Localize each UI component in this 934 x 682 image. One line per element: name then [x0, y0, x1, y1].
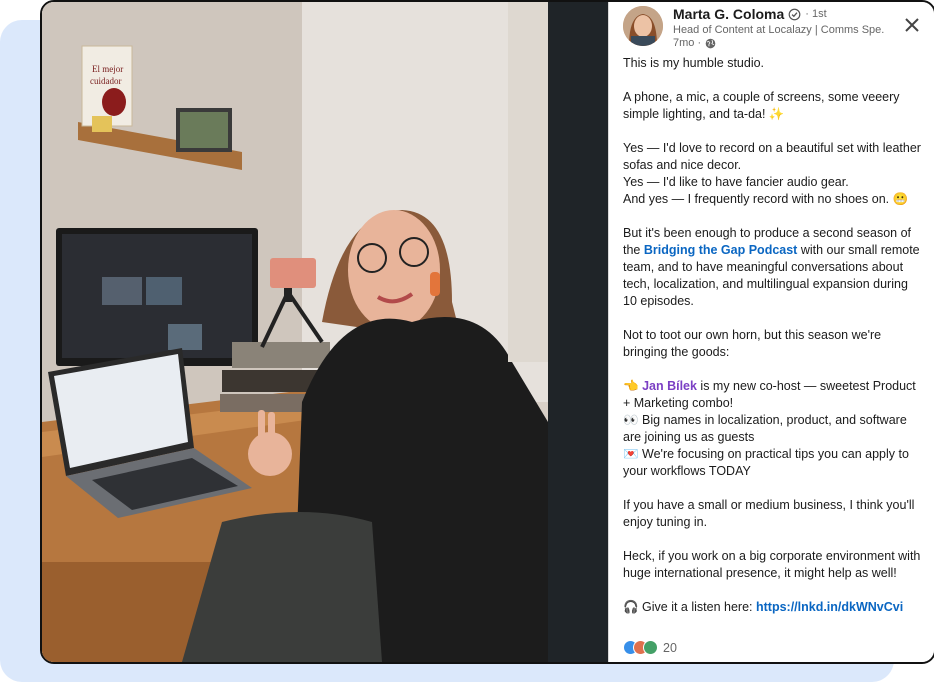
- reactions-bar[interactable]: 20: [623, 640, 677, 655]
- svg-text:El mejor: El mejor: [92, 64, 123, 74]
- svg-text:cuidador: cuidador: [90, 76, 122, 86]
- mention-link[interactable]: Jan Bílek: [642, 379, 697, 393]
- text-span: 🎧 Give it a listen here:: [623, 600, 756, 614]
- reaction-count[interactable]: 20: [663, 641, 677, 655]
- text-line: Yes — I'd like to have fancier audio gea…: [623, 175, 849, 189]
- podcast-link[interactable]: Bridging the Gap Podcast: [644, 243, 798, 257]
- author-info: Marta G. Coloma · 1st Head of Content at…: [673, 6, 885, 49]
- close-icon[interactable]: [903, 16, 921, 34]
- author-name[interactable]: Marta G. Coloma: [673, 6, 784, 22]
- post-modal: El mejor cuidador Marta G. Coloma · 1st …: [40, 0, 934, 664]
- photo-letterbox: [548, 2, 608, 662]
- paragraph: A phone, a mic, a couple of screens, som…: [623, 90, 900, 121]
- paragraph: Heck, if you work on a big corporate env…: [623, 549, 921, 580]
- author-headline: Head of Content at Localazy | Comms Spe.…: [673, 24, 885, 36]
- studio-photo: El mejor cuidador: [42, 2, 548, 662]
- paragraph: This is my humble studio.: [623, 56, 765, 70]
- celebrate-icon: [643, 640, 658, 655]
- bullet-line: 👀 Big names in localization, product, an…: [623, 413, 907, 444]
- paragraph: If you have a small or medium business, …: [623, 498, 915, 529]
- paragraph: But it's been enough to produce a second…: [623, 225, 925, 310]
- globe-icon: [705, 38, 716, 48]
- paragraph: 👈 Jan Bílek is my new co-host — sweetest…: [623, 378, 925, 480]
- post-time: 7mo ·: [673, 37, 702, 49]
- text-span: 👈: [623, 379, 639, 393]
- text-line: And yes — I frequently record with no sh…: [623, 192, 909, 206]
- paragraph: 🎧 Give it a listen here: https://lnkd.in…: [623, 599, 925, 616]
- avatar[interactable]: [623, 6, 663, 46]
- listen-link[interactable]: https://lnkd.in/dkWNvCvi: [756, 600, 903, 614]
- connection-degree: · 1st: [805, 8, 827, 20]
- text-line: Yes — I'd love to record on a beautiful …: [623, 141, 921, 172]
- post-photo[interactable]: El mejor cuidador: [42, 2, 548, 662]
- post-text: This is my humble studio. A phone, a mic…: [623, 55, 925, 633]
- post-detail-panel: Marta G. Coloma · 1st Head of Content at…: [608, 2, 934, 662]
- post-header: Marta G. Coloma · 1st Head of Content at…: [623, 6, 927, 52]
- bullet-line: 💌 We're focusing on practical tips you c…: [623, 447, 909, 478]
- paragraph: Yes — I'd love to record on a beautiful …: [623, 140, 925, 208]
- verified-icon: [788, 8, 801, 20]
- paragraph: Not to toot our own horn, but this seaso…: [623, 328, 882, 359]
